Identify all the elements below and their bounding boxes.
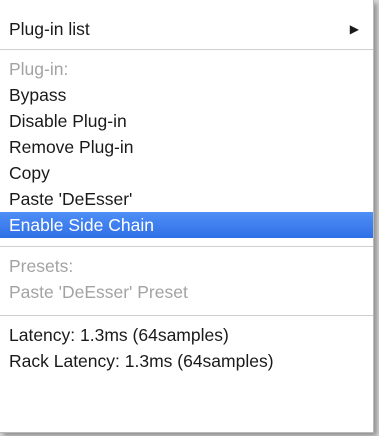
submenu-arrow-icon: ▶	[349, 22, 359, 36]
rack-latency-readout: Rack Latency: 1.3ms (64samples)	[9, 351, 274, 371]
menu-item-remove-plugin[interactable]: Remove Plug-in	[0, 134, 373, 160]
menu-item-label: Plug-in list	[9, 19, 90, 39]
menu-separator	[0, 246, 373, 247]
menu-item-copy[interactable]: Copy	[0, 160, 373, 186]
menu-item-plugin-list[interactable]: Plug-in list ▶	[0, 16, 373, 42]
menu-header-plugin: Plug-in:	[9, 59, 69, 79]
menu-item-disable-plugin[interactable]: Disable Plug-in	[0, 108, 373, 134]
menu-item-enable-side-chain[interactable]: Enable Side Chain	[0, 212, 373, 238]
menu-item-paste-deesser[interactable]: Paste 'DeEsser'	[0, 186, 373, 212]
menu-item-paste-preset[interactable]: Paste 'DeEsser' Preset	[0, 279, 373, 305]
latency-readout: Latency: 1.3ms (64samples)	[9, 325, 229, 345]
menu-item-bypass[interactable]: Bypass	[0, 82, 373, 108]
menu-separator	[0, 49, 373, 50]
menu-separator	[0, 315, 373, 316]
plugin-context-menu: Plug-in list ▶ Plug-in: Bypass Disable P…	[0, 0, 374, 433]
menu-header-presets: Presets:	[9, 256, 74, 276]
